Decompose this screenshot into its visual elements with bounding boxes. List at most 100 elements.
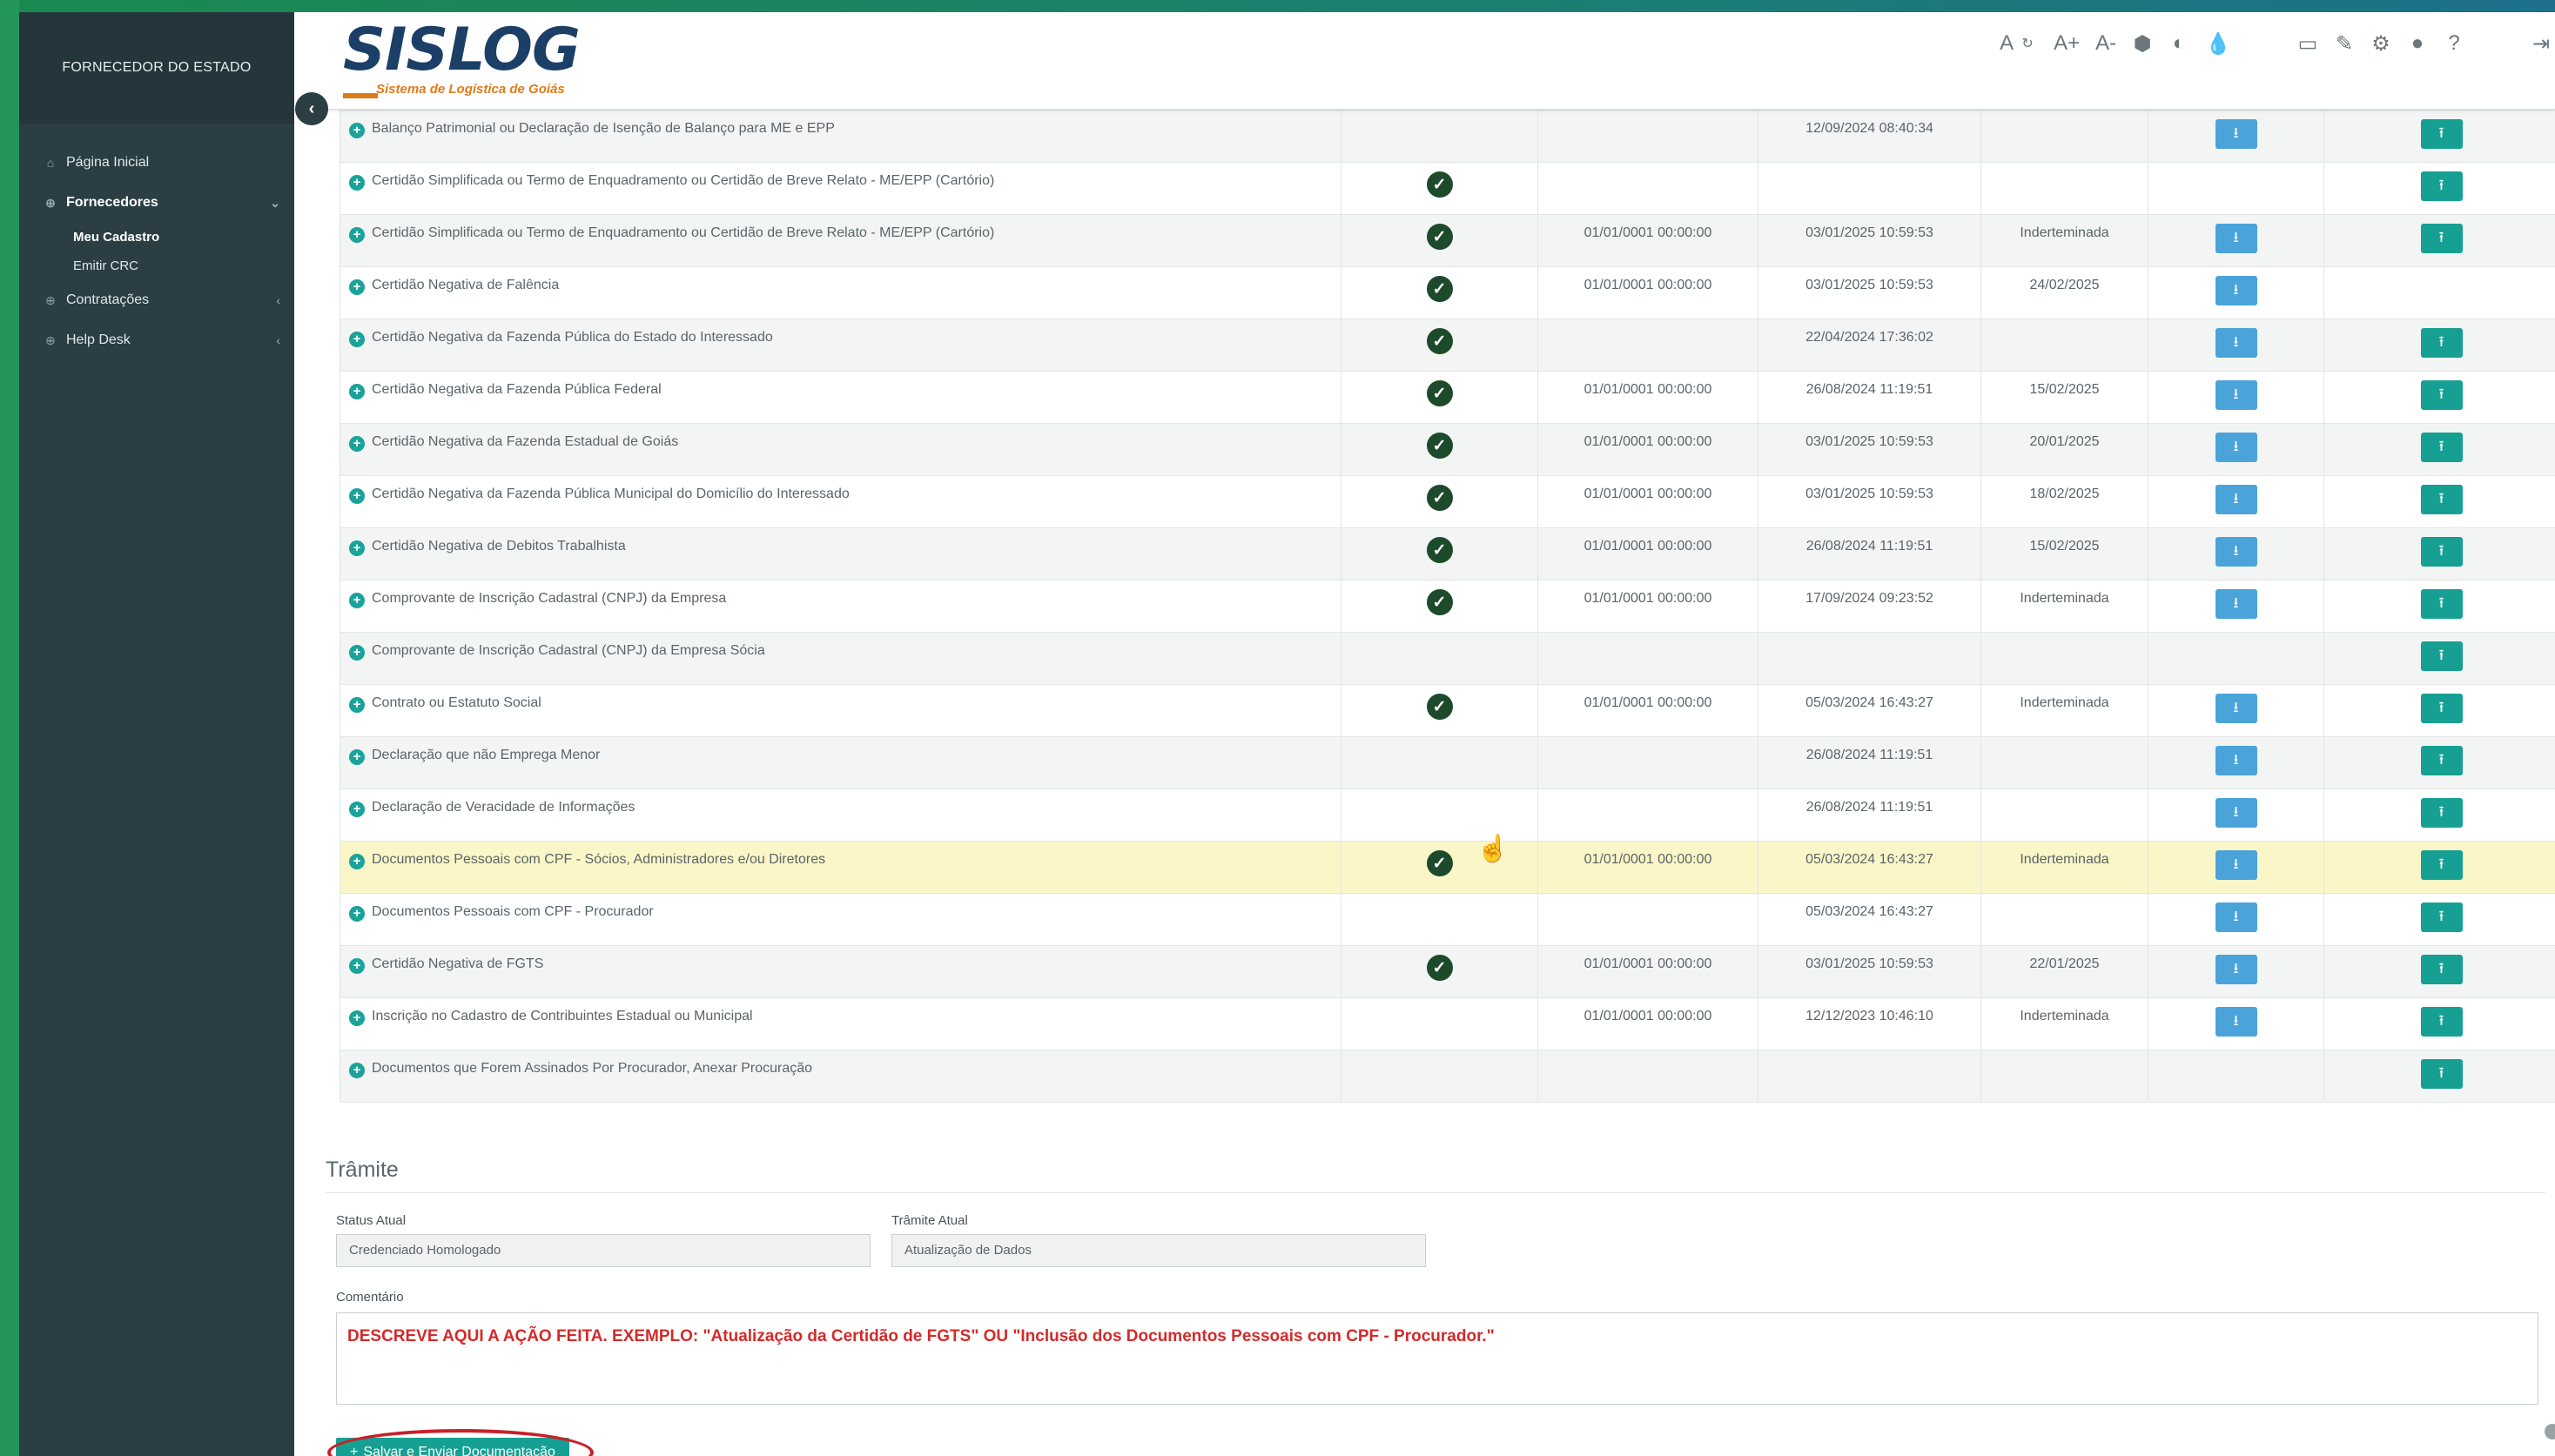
envio-cell: 26/08/2024 11:19:51 (1758, 371, 1981, 424)
expand-row-icon[interactable]: + (349, 696, 365, 713)
sidebar-item-contratacoes[interactable]: ⊕ Contratações ‹ (19, 280, 294, 320)
table-row: + Certidão Simplificada ou Termo de Enqua… (340, 162, 2555, 215)
expand-row-icon[interactable]: + (349, 853, 365, 869)
emissao-cell (1537, 1050, 1758, 1103)
expand-row-icon[interactable]: + (349, 435, 365, 452)
download-button[interactable]: ⭳ (2215, 276, 2257, 305)
upload-button[interactable]: ⭱ (2420, 694, 2463, 723)
download-button[interactable]: ⭳ (2215, 1007, 2257, 1037)
upload-button[interactable]: ⭱ (2420, 119, 2463, 149)
download-button[interactable]: ⭳ (2215, 694, 2257, 723)
expand-row-icon[interactable]: + (349, 278, 365, 295)
expand-row-icon[interactable]: + (349, 748, 365, 765)
expand-row-icon[interactable]: + (349, 644, 365, 661)
download-button[interactable]: ⭳ (2215, 798, 2257, 828)
font-reset-button[interactable]: A ↻ (1996, 31, 2038, 56)
upload-button[interactable]: ⭱ (2420, 171, 2463, 201)
download-button[interactable]: ⭳ (2215, 589, 2257, 619)
sislog-logo[interactable]: SISLOG Sistema de Logística de Goiás (343, 21, 581, 98)
download-button[interactable]: ⭳ (2215, 433, 2257, 462)
document-name: Certidão Negativa de Falência (372, 278, 560, 292)
download-button[interactable]: ⭳ (2215, 537, 2257, 567)
tramite-atual-field[interactable]: Atualização de Dados (891, 1234, 1426, 1267)
upload-button[interactable]: ⭱ (2420, 850, 2463, 880)
download-button[interactable]: ⭳ (2215, 224, 2257, 253)
emissao-cell (1537, 788, 1758, 842)
download-button[interactable]: ⭳ (2215, 955, 2257, 984)
logout-icon[interactable]: ⇥ (2531, 31, 2552, 57)
check-circle-icon: ✓ (1426, 171, 1453, 198)
expand-row-icon[interactable]: + (349, 122, 365, 138)
scroll-indicator[interactable] (2545, 1424, 2555, 1439)
document-name-cell: + Certidão Negativa da Fazenda Pública Mu… (340, 475, 1341, 528)
download-button[interactable]: ⭳ (2215, 902, 2257, 932)
chevron-left-icon: ‹ (276, 333, 280, 347)
cube-icon[interactable]: ⬢ (2132, 31, 2153, 57)
brush-icon[interactable]: ✎ (2334, 31, 2355, 57)
contrast-icon[interactable]: ◐ (2168, 31, 2189, 56)
download-button[interactable]: ⭳ (2215, 328, 2257, 358)
upload-button[interactable]: ⭱ (2420, 485, 2463, 514)
upload-button[interactable]: ⭱ (2420, 380, 2463, 410)
upload-button[interactable]: ⭱ (2420, 433, 2463, 462)
emissao-cell (1537, 319, 1758, 372)
document-name-cell: + Comprovante de Inscrição Cadastral (CNP… (340, 580, 1341, 633)
download-button[interactable]: ⭳ (2215, 380, 2257, 410)
drop-icon[interactable]: 💧 (2205, 31, 2231, 57)
envio-cell: 03/01/2025 10:59:53 (1758, 475, 1981, 528)
upload-button[interactable]: ⭱ (2420, 1007, 2463, 1037)
user-icon[interactable]: ● (2407, 31, 2428, 56)
sidebar-subitem-emitir-crc[interactable]: Emitir CRC (19, 252, 294, 280)
comentario-textarea[interactable]: DESCREVE AQUI A AÇÃO FEITA. EXEMPLO: "At… (336, 1312, 2538, 1405)
font-increase-button[interactable]: A+ (2054, 31, 2080, 56)
upload-button[interactable]: ⭱ (2420, 955, 2463, 984)
upload-button[interactable]: ⭱ (2420, 641, 2463, 671)
expand-row-icon[interactable]: + (349, 592, 365, 608)
download-cell: ⭳ (2148, 214, 2324, 267)
validade-cell: 15/02/2025 (1980, 527, 2148, 580)
upload-button[interactable]: ⭱ (2420, 537, 2463, 567)
validated-cell (1341, 893, 1538, 946)
upload-button[interactable]: ⭱ (2420, 902, 2463, 932)
font-decrease-button[interactable]: A- (2095, 31, 2116, 56)
upload-button[interactable]: ⭱ (2420, 589, 2463, 619)
download-button[interactable]: ⭳ (2215, 850, 2257, 880)
status-atual-field[interactable]: Credenciado Homologado (336, 1234, 871, 1267)
sidebar-collapse-button[interactable]: ‹ (295, 92, 328, 125)
upload-cell: ⭱ (2323, 162, 2555, 215)
download-button[interactable]: ⭳ (2215, 485, 2257, 514)
expand-row-icon[interactable]: + (349, 226, 365, 243)
expand-row-icon[interactable]: + (349, 174, 365, 191)
expand-row-icon[interactable]: + (349, 1010, 365, 1026)
upload-button[interactable]: ⭱ (2420, 1059, 2463, 1089)
download-cell: ⭳ (2148, 997, 2324, 1050)
upload-cell: ⭱ (2323, 371, 2555, 424)
save-send-button[interactable]: + Salvar e Enviar Documentação (336, 1438, 569, 1456)
upload-button[interactable]: ⭱ (2420, 746, 2463, 775)
sidebar-subitem-meu-cadastro[interactable]: Meu Cadastro (19, 223, 294, 252)
help-icon[interactable]: ? (2444, 31, 2464, 56)
expand-row-icon[interactable]: + (349, 1062, 365, 1078)
document-name: Documentos Pessoais com CPF - Procurador (372, 904, 654, 919)
gear-icon[interactable]: ⚙ (2370, 31, 2391, 57)
table-row: + Balanço Patrimonial ou Declaração de Is… (340, 110, 2555, 163)
download-button[interactable]: ⭳ (2215, 746, 2257, 775)
monitor-icon[interactable]: ▭ (2297, 31, 2318, 57)
sidebar-item-pagina-inicial[interactable]: ⌂ Página Inicial (19, 143, 294, 183)
sidebar-item-fornecedores[interactable]: ⊕ Fornecedores ⌄ (19, 183, 294, 223)
sidebar-item-help-desk[interactable]: ⊕ Help Desk ‹ (19, 320, 294, 360)
upload-button[interactable]: ⭱ (2420, 328, 2463, 358)
expand-row-icon[interactable]: + (349, 957, 365, 974)
expand-row-icon[interactable]: + (349, 905, 365, 922)
expand-row-icon[interactable]: + (349, 383, 365, 399)
upload-cell: ⭱ (2323, 423, 2555, 476)
validated-cell: ✓ (1341, 214, 1538, 267)
expand-row-icon[interactable]: + (349, 801, 365, 817)
document-name-cell: + Contrato ou Estatuto Social (340, 684, 1341, 737)
expand-row-icon[interactable]: + (349, 540, 365, 556)
expand-row-icon[interactable]: + (349, 487, 365, 504)
expand-row-icon[interactable]: + (349, 331, 365, 347)
upload-button[interactable]: ⭱ (2420, 798, 2463, 828)
download-button[interactable]: ⭳ (2215, 119, 2257, 149)
upload-button[interactable]: ⭱ (2420, 224, 2463, 253)
